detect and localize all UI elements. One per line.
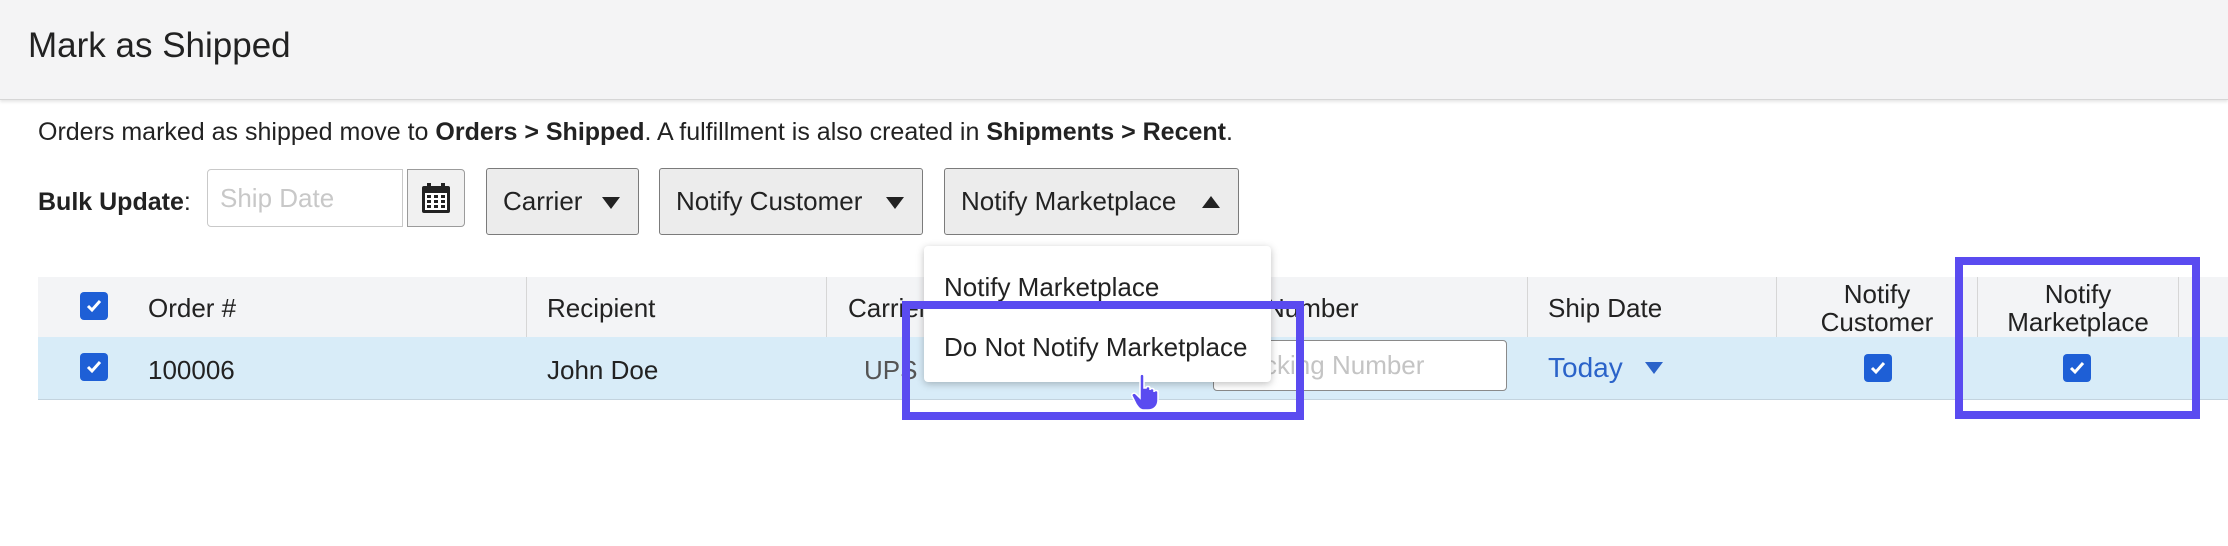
highlight-box bbox=[902, 301, 1304, 420]
column-header-recipient[interactable]: Recipient bbox=[547, 293, 655, 324]
bulk-update-colon: : bbox=[183, 188, 191, 216]
column-header-order[interactable]: Order # bbox=[148, 293, 236, 324]
dialog-title: Mark as Shipped bbox=[28, 26, 291, 65]
calendar-button[interactable] bbox=[407, 169, 465, 227]
info-suffix: . bbox=[1226, 118, 1233, 146]
bulk-update-label-text: Bulk Update bbox=[38, 188, 184, 216]
bulk-notify-customer-label: Notify Customer bbox=[676, 186, 863, 216]
select-all-checkbox[interactable] bbox=[80, 292, 108, 320]
info-bold-orders-shipped: Orders > Shipped bbox=[435, 118, 645, 146]
highlight-box bbox=[1955, 257, 2200, 419]
ship-date-select[interactable]: Today bbox=[1548, 352, 1623, 384]
checkmark-icon bbox=[86, 361, 102, 374]
order-number[interactable]: 100006 bbox=[148, 355, 235, 386]
info-prefix: Orders marked as shipped move to bbox=[38, 118, 436, 146]
recipient-name: John Doe bbox=[547, 355, 659, 385]
bulk-notify-marketplace-dropdown[interactable]: Notify Marketplace bbox=[944, 168, 1239, 235]
bulk-notify-marketplace-label: Notify Marketplace bbox=[961, 186, 1177, 216]
column-header-notify-customer-line1: Notify bbox=[1843, 279, 1911, 309]
notify-customer-checkbox[interactable] bbox=[1864, 354, 1892, 382]
calendar-icon bbox=[422, 183, 450, 213]
column-header-notify-customer[interactable]: Notify Customer bbox=[1777, 280, 1977, 336]
caret-down-icon[interactable] bbox=[1645, 362, 1663, 374]
bulk-carrier-dropdown[interactable]: Carrier bbox=[486, 168, 639, 235]
row-select-checkbox[interactable] bbox=[80, 353, 108, 381]
dialog-header: Mark as Shipped bbox=[0, 0, 2228, 100]
caret-up-icon bbox=[1202, 196, 1220, 208]
caret-down-icon bbox=[602, 197, 620, 209]
info-bold-shipments-recent: Shipments > Recent bbox=[986, 118, 1226, 146]
caret-down-icon bbox=[886, 197, 904, 209]
info-text: Orders marked as shipped move to Orders … bbox=[38, 118, 1233, 147]
column-divider bbox=[526, 277, 527, 337]
info-middle: . A fulfillment is also created in bbox=[644, 118, 987, 146]
bulk-notify-customer-dropdown[interactable]: Notify Customer bbox=[659, 168, 923, 235]
column-divider bbox=[1527, 277, 1528, 337]
column-header-ship-date[interactable]: Ship Date bbox=[1548, 293, 1662, 324]
bulk-carrier-label: Carrier bbox=[503, 186, 583, 216]
bulk-update-label: Bulk Update: bbox=[38, 188, 191, 217]
checkmark-icon bbox=[1870, 362, 1886, 375]
column-header-notify-customer-line2: Customer bbox=[1820, 307, 1934, 337]
checkmark-icon bbox=[86, 300, 102, 313]
column-divider bbox=[826, 277, 827, 337]
bulk-ship-date-input[interactable] bbox=[207, 169, 403, 227]
hand-cursor-icon bbox=[1131, 373, 1159, 411]
